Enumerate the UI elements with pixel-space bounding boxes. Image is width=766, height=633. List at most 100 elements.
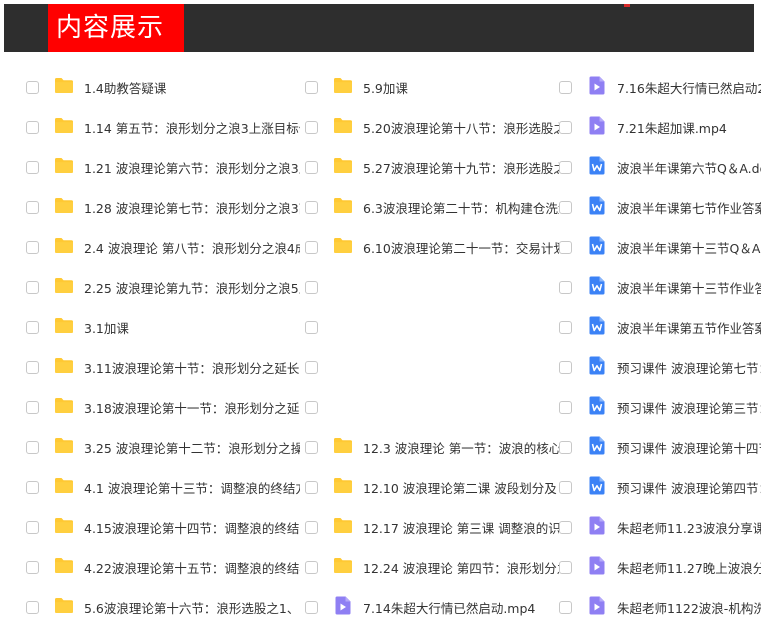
list-item[interactable]: 3.1加课 xyxy=(26,307,300,347)
list-item[interactable]: 3.11波浪理论第十节：浪形划分之延长浪 xyxy=(26,347,300,387)
list-item[interactable]: 7.16朱超大行情已然启动2.mp4 xyxy=(559,67,761,107)
select-checkbox[interactable] xyxy=(26,400,39,414)
select-checkbox[interactable] xyxy=(559,320,572,334)
select-checkbox[interactable] xyxy=(559,520,572,534)
select-checkbox[interactable] xyxy=(26,200,39,214)
list-item[interactable]: 7.21朱超加课.mp4 xyxy=(559,107,761,147)
item-label: 7.14朱超大行情已然启动.mp4 xyxy=(363,600,536,616)
select-checkbox[interactable] xyxy=(559,440,572,454)
select-checkbox[interactable] xyxy=(559,400,572,414)
list-item[interactable]: 12.3 波浪理论 第一节：波浪的核心浪 xyxy=(305,427,559,467)
list-item[interactable]: 5.9加课 xyxy=(305,67,559,107)
select-checkbox[interactable] xyxy=(559,80,572,94)
item-label: 预习课件 波浪理论第七节：浪 xyxy=(617,360,761,376)
select-checkbox[interactable] xyxy=(26,240,39,254)
list-item[interactable]: 波浪半年课第七节作业答案 xyxy=(559,187,761,227)
select-checkbox[interactable] xyxy=(559,600,572,614)
list-item[interactable]: 波浪半年课第五节作业答案 xyxy=(559,307,761,347)
select-checkbox[interactable] xyxy=(26,360,39,374)
list-item[interactable]: 预习课件 波浪理论第十四节 xyxy=(559,427,761,467)
item-label: 朱超老师1122波浪-机构洗盘 xyxy=(617,600,761,616)
list-item[interactable] xyxy=(305,267,318,307)
word-doc-icon xyxy=(589,316,605,339)
list-item[interactable]: 1.28 波浪理论第七节：浪形划分之浪3高 xyxy=(26,187,300,227)
select-checkbox[interactable] xyxy=(26,320,39,334)
select-checkbox[interactable] xyxy=(26,120,39,134)
select-checkbox[interactable] xyxy=(26,520,39,534)
select-checkbox[interactable] xyxy=(305,80,318,94)
video-file-icon xyxy=(589,556,605,579)
list-item[interactable]: 2.25 波浪理论第九节：浪形划分之浪5上 xyxy=(26,267,300,307)
list-item[interactable]: 波浪半年课第十三节作业答案 xyxy=(559,267,761,307)
select-checkbox[interactable] xyxy=(305,520,318,534)
select-checkbox[interactable] xyxy=(559,200,572,214)
item-label: 1.14 第五节：浪形划分之浪3上涨目标位 xyxy=(84,120,300,136)
item-label: 3.25 波浪理论第十二节：浪形划分之操 xyxy=(84,440,300,456)
list-item[interactable] xyxy=(305,387,318,427)
select-checkbox[interactable] xyxy=(305,360,318,374)
list-item[interactable]: 12.24 波浪理论 第四节：浪形划分之 xyxy=(305,547,559,587)
list-item[interactable]: 4.1 波浪理论第十三节：调整浪的终结方 xyxy=(26,467,300,507)
list-item[interactable]: 预习课件 波浪理论第四节：浪 xyxy=(559,467,761,507)
select-checkbox[interactable] xyxy=(305,400,318,414)
list-item[interactable]: 1.21 波浪理论第六节：浪形划分之浪3上涨 xyxy=(26,147,300,187)
select-checkbox[interactable] xyxy=(305,320,318,334)
select-checkbox[interactable] xyxy=(305,240,318,254)
select-checkbox[interactable] xyxy=(305,440,318,454)
select-checkbox[interactable] xyxy=(305,120,318,134)
list-item[interactable]: 3.18波浪理论第十一节：浪形划分之延长 xyxy=(26,387,300,427)
item-label: 朱超老师11.27晚上波浪分享 xyxy=(617,560,761,576)
list-item[interactable] xyxy=(305,307,318,347)
list-item[interactable]: 朱超老师11.27晚上波浪分享 xyxy=(559,547,761,587)
select-checkbox[interactable] xyxy=(26,80,39,94)
select-checkbox[interactable] xyxy=(305,280,318,294)
list-item[interactable] xyxy=(305,347,318,387)
word-doc-icon xyxy=(589,196,605,219)
list-item[interactable]: 3.25 波浪理论第十二节：浪形划分之操 xyxy=(26,427,300,467)
select-checkbox[interactable] xyxy=(559,120,572,134)
item-label: 1.21 波浪理论第六节：浪形划分之浪3上涨 xyxy=(84,160,300,176)
select-checkbox[interactable] xyxy=(559,280,572,294)
list-item[interactable]: 12.17 波浪理论 第三课 调整浪的识别 xyxy=(305,507,559,547)
list-item[interactable]: 4.22波浪理论第十五节：调整浪的终结楔 xyxy=(26,547,300,587)
item-label: 预习课件 波浪理论第十四节 xyxy=(617,440,761,456)
select-checkbox[interactable] xyxy=(559,240,572,254)
list-item[interactable]: 2.4 波浪理论 第八节：浪形划分之浪4成 xyxy=(26,227,300,267)
select-checkbox[interactable] xyxy=(305,160,318,174)
list-item[interactable]: 预习课件 波浪理论第七节：浪 xyxy=(559,347,761,387)
select-checkbox[interactable] xyxy=(559,480,572,494)
list-item[interactable]: 预习课件 波浪理论第三节：浪 xyxy=(559,387,761,427)
folder-icon xyxy=(54,357,74,378)
select-checkbox[interactable] xyxy=(559,160,572,174)
item-label: 6.3波浪理论第二十节：机构建仓洗盘 xyxy=(363,200,559,216)
list-item[interactable]: 6.10波浪理论第二十一节：交易计划制 xyxy=(305,227,559,267)
list-item[interactable]: 1.14 第五节：浪形划分之浪3上涨目标位 xyxy=(26,107,300,147)
select-checkbox[interactable] xyxy=(305,480,318,494)
list-item[interactable]: 波浪半年课第十三节Q＆A.docx xyxy=(559,227,761,267)
select-checkbox[interactable] xyxy=(26,600,39,614)
list-item[interactable]: 波浪半年课第六节Q＆A.docx xyxy=(559,147,761,187)
select-checkbox[interactable] xyxy=(26,560,39,574)
item-label: 3.18波浪理论第十一节：浪形划分之延长 xyxy=(84,400,300,416)
select-checkbox[interactable] xyxy=(305,200,318,214)
list-item[interactable]: 5.20波浪理论第十八节：浪形选股之浪 xyxy=(305,107,559,147)
list-item[interactable]: 5.6波浪理论第十六节：浪形选股之1、2浪 xyxy=(26,587,300,627)
list-item[interactable]: 12.10 波浪理论第二课 波段划分及 xyxy=(305,467,559,507)
item-label: 预习课件 波浪理论第四节：浪 xyxy=(617,480,761,496)
select-checkbox[interactable] xyxy=(559,560,572,574)
list-item[interactable]: 朱超老师11.23波浪分享课.mp4 xyxy=(559,507,761,547)
select-checkbox[interactable] xyxy=(305,560,318,574)
folder-icon xyxy=(333,437,353,458)
list-item[interactable]: 4.15波浪理论第十四节：调整浪的终结方 xyxy=(26,507,300,547)
list-item[interactable]: 5.27波浪理论第十九节：浪形选股之浪 xyxy=(305,147,559,187)
select-checkbox[interactable] xyxy=(559,360,572,374)
list-item[interactable]: 6.3波浪理论第二十节：机构建仓洗盘 xyxy=(305,187,559,227)
select-checkbox[interactable] xyxy=(26,280,39,294)
select-checkbox[interactable] xyxy=(26,480,39,494)
list-item[interactable]: 1.4助教答疑课 xyxy=(26,67,300,107)
select-checkbox[interactable] xyxy=(26,160,39,174)
list-item[interactable]: 7.14朱超大行情已然启动.mp4 xyxy=(305,587,559,627)
select-checkbox[interactable] xyxy=(26,440,39,454)
list-item[interactable]: 朱超老师1122波浪-机构洗盘 xyxy=(559,587,761,627)
select-checkbox[interactable] xyxy=(305,600,318,614)
